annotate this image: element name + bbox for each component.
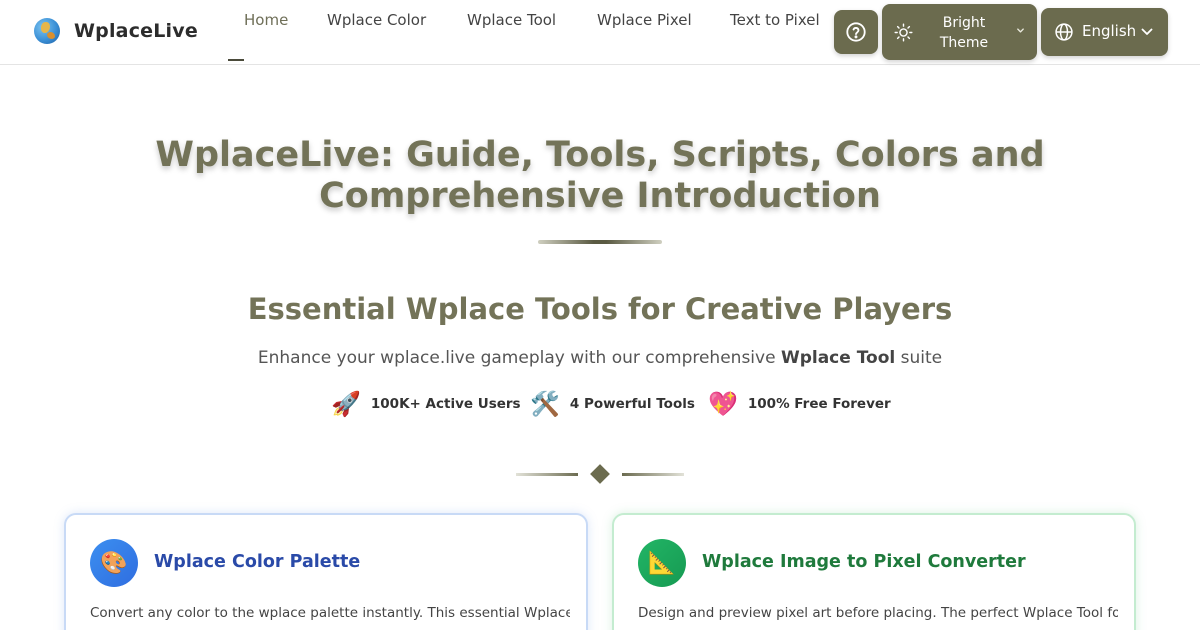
theme-selector[interactable]: Bright Theme (882, 4, 1037, 60)
ruler-emoji: 📐 (648, 550, 676, 576)
question-circle-icon (846, 22, 866, 42)
tool-card-color-palette[interactable]: 🎨 Wplace Color Palette Convert any color… (64, 513, 588, 630)
stat-label: 100% Free Forever (747, 396, 891, 412)
subtitle-prefix: Enhance your wplace.live gameplay with o… (257, 348, 781, 368)
nav-active-indicator (228, 59, 244, 61)
chevron-down-icon (1017, 28, 1024, 33)
ornament-line-right (622, 473, 684, 476)
title-divider (538, 240, 662, 244)
card-description: Design and preview pixel art before plac… (638, 605, 1118, 621)
nav-wplace-color[interactable]: Wplace Color (327, 0, 426, 65)
nav-home[interactable]: Home (244, 0, 288, 65)
palette-emoji: 🎨 (100, 550, 128, 576)
site-header: WplaceLive Home Wplace Color Wplace Tool… (0, 0, 1200, 65)
logo[interactable]: WplaceLive (34, 18, 198, 44)
stat-active-users: 🚀 100K+ Active Users (331, 390, 521, 418)
stat-label: 100K+ Active Users (370, 396, 521, 412)
card-title[interactable]: Wplace Image to Pixel Converter (702, 552, 1026, 572)
palette-icon: 🎨 (90, 539, 138, 587)
globe-logo-icon (34, 18, 60, 44)
stat-powerful-tools: 🛠️ 4 Powerful Tools (530, 390, 695, 418)
language-selector[interactable]: English (1041, 8, 1168, 56)
help-button[interactable] (834, 10, 878, 54)
ornament-diamond (590, 464, 610, 484)
nav-wplace-tool[interactable]: Wplace Tool (467, 0, 556, 65)
nav-text-to-pixel[interactable]: Text to Pixel (730, 0, 820, 65)
card-description: Convert any color to the wplace palette … (90, 605, 570, 621)
card-title[interactable]: Wplace Color Palette (154, 552, 360, 572)
section-title: Essential Wplace Tools for Creative Play… (247, 292, 953, 326)
sun-icon (894, 23, 913, 42)
nav-wplace-pixel[interactable]: Wplace Pixel (597, 0, 692, 65)
subtitle-highlight: Wplace Tool (780, 348, 896, 368)
language-label: English (1082, 22, 1137, 40)
rocket-icon: 🚀 (331, 390, 361, 418)
triangle-ruler-icon: 📐 (638, 539, 686, 587)
logo-text: WplaceLive (74, 20, 198, 42)
subtitle-suffix: suite (895, 348, 943, 368)
theme-label: Bright Theme (939, 15, 989, 51)
page-title: WplaceLive: Guide, Tools, Scripts, Color… (155, 135, 1045, 216)
ornament-line-left (516, 473, 578, 476)
tool-card-image-to-pixel[interactable]: 📐 Wplace Image to Pixel Converter Design… (612, 513, 1136, 630)
heart-icon: 💖 (708, 390, 738, 418)
section-subtitle: Enhance your wplace.live gameplay with o… (40, 348, 1160, 368)
chevron-down-icon (1141, 28, 1153, 35)
stat-free-forever: 💖 100% Free Forever (708, 390, 891, 418)
globe-icon (1055, 23, 1073, 41)
tools-icon: 🛠️ (530, 390, 560, 418)
stat-label: 4 Powerful Tools (569, 396, 695, 412)
